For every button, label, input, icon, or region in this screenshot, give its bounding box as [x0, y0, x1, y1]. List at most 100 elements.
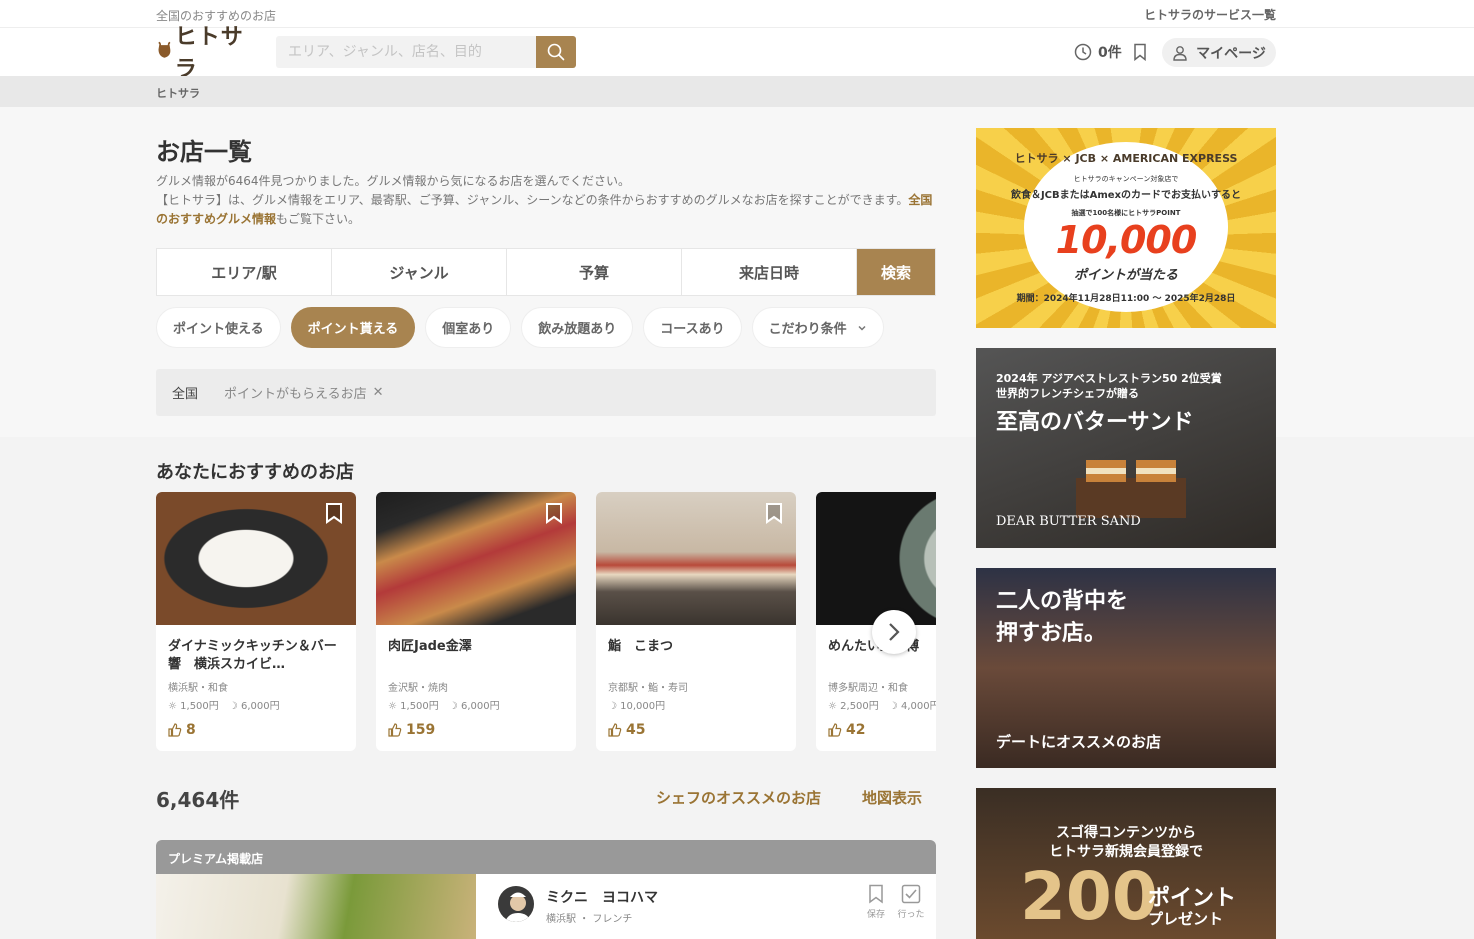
search-input[interactable] — [276, 36, 536, 68]
shop-card[interactable]: 肉匠Jade金澤 金沢駅・焼肉 ☼ 1,500円 ☽ 6,000円 159 — [376, 492, 576, 751]
recommend-carousel: ダイナミックキッチン＆バー 響 横浜スカイビ… 横浜駅・和食 ☼ 1,500円 … — [156, 492, 936, 752]
shop-card-image — [376, 492, 576, 625]
thumbs-up-icon — [168, 723, 182, 737]
like-count: 159 — [388, 722, 435, 738]
butter-sand-banner[interactable]: 2024年 アジアベストレストラン50 2位受賞 世界的フレンチシェフが贈る 至… — [976, 348, 1276, 548]
service-list-link[interactable]: ヒトサラのサービス一覧 — [1144, 6, 1276, 23]
search-tabs: エリア/駅 ジャンル 予算 来店日時 検索 — [156, 248, 936, 296]
history-button[interactable]: 0件 — [1074, 42, 1148, 62]
like-count-value: 42 — [846, 722, 866, 738]
desc-line-1: グルメ情報が6464件見つかりました。グルメ情報から気になるお店を選んでください… — [156, 174, 630, 188]
like-count-value: 8 — [186, 722, 196, 738]
banner-headline: 至高のバターサンド — [996, 410, 1194, 435]
desc-line-2-tail: もご覧下さい。 — [276, 212, 361, 226]
date-recommend-banner[interactable]: 二人の背中を 押すお店。 デートにオススメのお店 — [976, 568, 1276, 768]
breadcrumb-home[interactable]: ヒトサラ — [156, 85, 200, 101]
save-button[interactable]: 保存 — [864, 884, 888, 920]
recommend-title: あなたにおすすめのお店 — [156, 462, 354, 483]
user-icon — [1173, 45, 1187, 61]
butter-sand-image — [1076, 460, 1186, 518]
banner-line-1: ヒトサラのキャンペーン対象店で — [1073, 175, 1179, 183]
shop-price: ☼ 2,500円 ☽ 4,000円 — [828, 697, 936, 712]
search-button[interactable] — [536, 36, 576, 68]
premium-shop-image — [156, 874, 476, 939]
map-view-link[interactable]: 地図表示 — [862, 787, 922, 808]
went-button[interactable]: 行った — [896, 884, 926, 920]
dinner-price: 6,000円 — [460, 701, 500, 712]
banner-product-name: DEAR BUTTER SAND — [996, 514, 1141, 529]
logo[interactable]: ヒトサラ — [156, 25, 252, 82]
mypage-label: マイページ — [1196, 45, 1266, 62]
banner-line-2: 飲食＆JCBまたはAmexのカードでお支払いすると — [1010, 190, 1242, 201]
mypage-button[interactable]: マイページ — [1162, 38, 1276, 67]
premium-shop[interactable]: ミクニ ヨコハマ 横浜駅 ・ フレンチ 保存 行った — [156, 874, 936, 939]
save-label: 保存 — [866, 910, 885, 920]
clock-icon — [1074, 43, 1092, 61]
banner-caption: デートにオススメのお店 — [996, 733, 1162, 751]
banner-period: 期間：2024年11月28日11:00 〜 2025年2月28日 — [1016, 294, 1236, 304]
chip-private-room[interactable]: 個室あり — [425, 307, 512, 348]
chip-course[interactable]: コースあり — [643, 307, 742, 348]
banner-points: 10,000 — [1055, 218, 1198, 262]
filter-chips: ポイント使える ポイント貰える 個室あり 飲み放題あり コースあり こだわり条件 — [156, 307, 884, 348]
shop-area: 京都駅・鮨・寿司 — [608, 683, 688, 694]
chip-more-conditions[interactable]: こだわり条件 — [751, 307, 884, 348]
tab-area[interactable]: エリア/駅 — [157, 249, 332, 295]
bookmark-icon[interactable] — [324, 502, 344, 524]
chip-earn-points[interactable]: ポイント貰える — [290, 307, 416, 348]
premium-shop-name[interactable]: ミクニ ヨコハマ — [546, 887, 658, 907]
dinner-price: 10,000円 — [620, 701, 666, 712]
thumbs-up-icon — [608, 723, 622, 737]
bookmark-icon[interactable] — [544, 502, 564, 524]
dinner-price: 4,000円 — [900, 701, 936, 712]
campaign-banner-jcb-amex[interactable]: ヒトサラ × JCB × AMERICAN EXPRESS ヒトサラのキャンペー… — [976, 128, 1276, 328]
shop-card[interactable]: ダイナミックキッチン＆バー 響 横浜スカイビ… 横浜駅・和食 ☼ 1,500円 … — [156, 492, 356, 751]
shop-card[interactable]: 鮨 こまつ 京都駅・鮨・寿司 ☽ 10,000円 45 — [596, 492, 796, 751]
lunch-price: 1,500円 — [180, 701, 219, 712]
thumbs-up-icon — [388, 723, 402, 737]
shop-card-image — [596, 492, 796, 625]
banner-points: 200 — [1020, 858, 1158, 935]
thumbs-up-icon — [828, 723, 842, 737]
chip-all-you-can-drink[interactable]: 飲み放題あり — [521, 307, 634, 348]
lunch-price: 2,500円 — [840, 701, 879, 712]
page-title: お店一覧 — [156, 138, 252, 166]
shop-name: 鮨 こまつ — [608, 639, 674, 654]
logo-text: ヒトサラ — [174, 25, 244, 82]
tab-visit-date[interactable]: 来店日時 — [682, 249, 857, 295]
banner-line-3: 抽選で100名様にヒトサラPOINT — [1071, 209, 1181, 217]
tab-budget[interactable]: 予算 — [507, 249, 682, 295]
shop-card-image — [156, 492, 356, 625]
result-count: 6,464件 — [156, 788, 240, 812]
bookmark-icon[interactable] — [764, 502, 784, 524]
chef-avatar — [496, 884, 536, 924]
filter-area: 全国 — [172, 387, 199, 402]
like-count: 42 — [828, 722, 865, 738]
chevron-right-icon — [889, 623, 900, 641]
filter-condition: ポイントがもらえるお店 — [224, 387, 367, 402]
remove-filter-icon[interactable]: ✕ — [373, 385, 384, 400]
search-submit-button[interactable]: 検索 — [857, 249, 935, 295]
bookmark-icon — [869, 884, 883, 904]
premium-shop-sub: 横浜駅 ・ フレンチ — [546, 914, 633, 925]
shop-area: 博多駅周辺・和食 — [828, 683, 908, 694]
carousel-next-button[interactable] — [872, 610, 916, 654]
banner-headline-1: 二人の背中を — [996, 589, 1129, 614]
chef-avatar-icon — [498, 886, 534, 922]
shop-price: ☼ 1,500円 ☽ 6,000円 — [388, 701, 500, 712]
chef-recommend-link[interactable]: シェフのオススメのお店 — [656, 787, 821, 808]
shop-card-image — [816, 492, 936, 625]
chip-more-conditions-label: こだわり条件 — [768, 322, 847, 337]
banner-line-4: ポイントが当たる — [1073, 268, 1178, 283]
banner-chef: 世界的フレンチシェフが贈る — [996, 387, 1139, 400]
header: ヒトサラ 0件 マイページ — [0, 25, 1474, 82]
banner-award: 2024年 アジアベストレストラン50 2位受賞 — [996, 372, 1222, 385]
like-count-value: 159 — [406, 722, 436, 738]
like-count: 8 — [168, 722, 196, 738]
new-member-points-banner[interactable]: スゴ得コンテンツから ヒトサラ新規会員登録で 200 ポイント プレゼント — [976, 788, 1276, 939]
chevron-down-icon — [858, 325, 866, 331]
chip-use-points[interactable]: ポイント使える — [156, 307, 281, 348]
check-box-icon — [901, 884, 921, 904]
tab-genre[interactable]: ジャンル — [332, 249, 507, 295]
bookmark-icon[interactable] — [1132, 43, 1148, 61]
